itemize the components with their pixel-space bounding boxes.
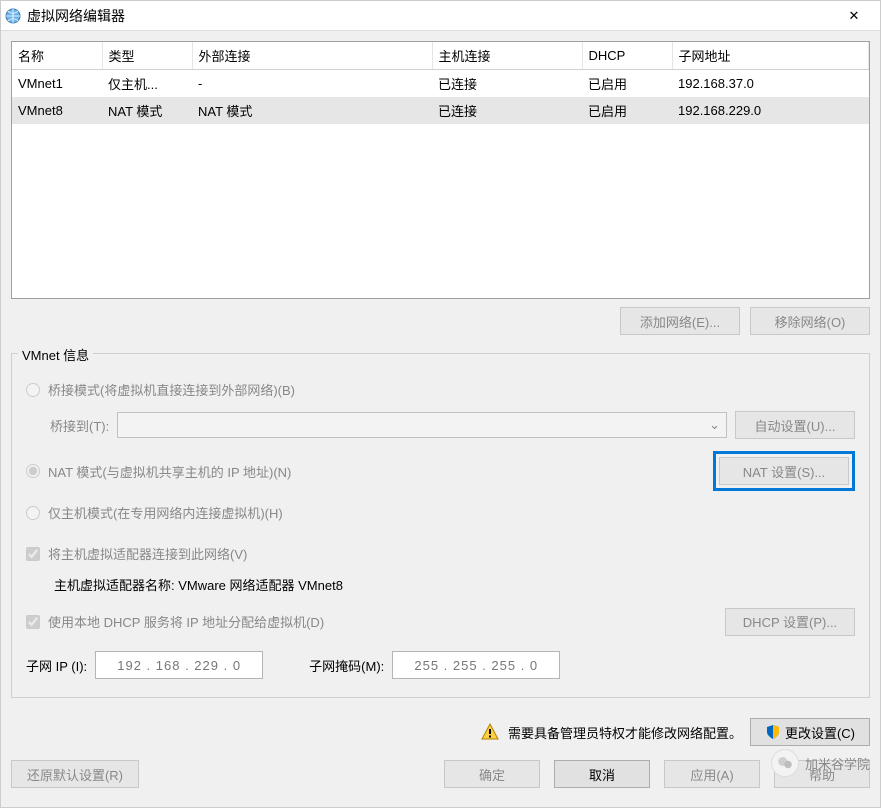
col-header-dhcp[interactable]: DHCP: [582, 42, 672, 70]
col-header-subnet[interactable]: 子网地址: [672, 42, 869, 70]
host-adapter-name-text: 主机虚拟适配器名称: VMware 网络适配器 VMnet8: [54, 578, 343, 593]
cancel-button[interactable]: 取消: [554, 760, 650, 788]
col-header-external[interactable]: 外部连接: [192, 42, 432, 70]
help-button[interactable]: 帮助: [774, 760, 870, 788]
add-network-button[interactable]: 添加网络(E)...: [620, 307, 740, 335]
subnet-ip-input[interactable]: 192 . 168 . 229 . 0: [95, 651, 263, 679]
table-header-row: 名称 类型 外部连接 主机连接 DHCP 子网地址: [12, 42, 869, 70]
virtual-network-editor-window: 虚拟网络编辑器 ✕ 名称 类型 外部连接 主机连接 DHCP: [0, 0, 881, 808]
close-button[interactable]: ✕: [832, 1, 876, 30]
cell-type: NAT 模式: [102, 97, 192, 124]
bridged-mode-row: 桥接模式(将虚拟机直接连接到外部网络)(B): [26, 380, 855, 399]
close-icon: ✕: [849, 8, 860, 24]
nat-label: NAT 模式(与虚拟机共享主机的 IP 地址)(N): [48, 462, 291, 481]
auto-settings-button: 自动设置(U)...: [735, 411, 855, 439]
hostonly-label: 仅主机模式(在专用网络内连接虚拟机)(H): [48, 503, 283, 522]
admin-notice-text: 需要具备管理员特权才能修改网络配置。: [508, 723, 742, 742]
bridged-to-combo: ⌄: [117, 412, 727, 438]
admin-privilege-row: 需要具备管理员特权才能修改网络配置。 更改设置(C): [11, 718, 870, 746]
chevron-down-icon: ⌄: [709, 417, 720, 433]
bridged-label: 桥接模式(将虚拟机直接连接到外部网络)(B): [48, 380, 295, 399]
cell-name: VMnet8: [12, 97, 102, 124]
app-icon: [5, 8, 21, 24]
subnet-ip-label: 子网 IP (I):: [26, 656, 87, 675]
cell-dhcp: 已启用: [582, 70, 672, 98]
host-adapter-name-row: 主机虚拟适配器名称: VMware 网络适配器 VMnet8: [54, 575, 855, 594]
nat-settings-button[interactable]: NAT 设置(S)...: [719, 457, 849, 485]
use-local-dhcp-label: 使用本地 DHCP 服务将 IP 地址分配给虚拟机(D): [48, 612, 324, 631]
shield-icon: [765, 724, 781, 740]
col-header-host[interactable]: 主机连接: [432, 42, 582, 70]
connect-host-adapter-checkbox: [26, 547, 40, 561]
cell-host: 已连接: [432, 97, 582, 124]
nat-mode-row: NAT 模式(与虚拟机共享主机的 IP 地址)(N) NAT 设置(S)...: [26, 451, 855, 491]
restore-defaults-button[interactable]: 还原默认设置(R): [11, 760, 139, 788]
footer-buttons: 还原默认设置(R) 确定 取消 应用(A) 帮助: [11, 756, 870, 788]
col-header-name[interactable]: 名称: [12, 42, 102, 70]
dhcp-row: 使用本地 DHCP 服务将 IP 地址分配给虚拟机(D) DHCP 设置(P).…: [26, 606, 855, 637]
hostonly-radio: [26, 506, 40, 520]
cell-dhcp: 已启用: [582, 97, 672, 124]
subnet-row: 子网 IP (I): 192 . 168 . 229 . 0 子网掩码(M): …: [26, 651, 855, 679]
change-settings-label: 更改设置(C): [785, 723, 855, 742]
bridged-to-label: 桥接到(T):: [50, 416, 109, 435]
subnet-mask-label: 子网掩码(M):: [309, 656, 384, 675]
bridged-to-row: 桥接到(T): ⌄ 自动设置(U)...: [50, 411, 855, 439]
connect-host-adapter-row: 将主机虚拟适配器连接到此网络(V): [26, 544, 855, 563]
titlebar: 虚拟网络编辑器 ✕: [1, 1, 880, 31]
bridged-radio: [26, 383, 40, 397]
connect-host-adapter-label: 将主机虚拟适配器连接到此网络(V): [48, 544, 247, 563]
content-area: 名称 类型 外部连接 主机连接 DHCP 子网地址 VMnet1 仅主机... …: [1, 31, 880, 807]
hostonly-mode-row: 仅主机模式(在专用网络内连接虚拟机)(H): [26, 503, 855, 522]
cell-name: VMnet1: [12, 70, 102, 98]
networks-table[interactable]: 名称 类型 外部连接 主机连接 DHCP 子网地址 VMnet1 仅主机... …: [12, 42, 869, 124]
groupbox-legend: VMnet 信息: [18, 345, 93, 364]
col-header-type[interactable]: 类型: [102, 42, 192, 70]
cell-subnet: 192.168.229.0: [672, 97, 869, 124]
use-local-dhcp-checkbox: [26, 615, 40, 629]
ok-button[interactable]: 确定: [444, 760, 540, 788]
nat-radio: [26, 464, 40, 478]
dhcp-settings-button[interactable]: DHCP 设置(P)...: [725, 608, 855, 636]
nat-settings-highlight: NAT 设置(S)...: [713, 451, 855, 491]
network-action-buttons: 添加网络(E)... 移除网络(O): [11, 307, 870, 335]
remove-network-button[interactable]: 移除网络(O): [750, 307, 870, 335]
cell-external: -: [192, 70, 432, 98]
change-settings-button[interactable]: 更改设置(C): [750, 718, 870, 746]
cell-external: NAT 模式: [192, 97, 432, 124]
window-title: 虚拟网络编辑器: [27, 6, 832, 26]
warning-icon: [480, 722, 500, 742]
vmnet-info-groupbox: VMnet 信息 桥接模式(将虚拟机直接连接到外部网络)(B) 桥接到(T): …: [11, 353, 870, 698]
subnet-mask-input[interactable]: 255 . 255 . 255 . 0: [392, 651, 560, 679]
cell-host: 已连接: [432, 70, 582, 98]
apply-button[interactable]: 应用(A): [664, 760, 760, 788]
cell-type: 仅主机...: [102, 70, 192, 98]
table-row[interactable]: VMnet1 仅主机... - 已连接 已启用 192.168.37.0: [12, 70, 869, 98]
table-row[interactable]: VMnet8 NAT 模式 NAT 模式 已连接 已启用 192.168.229…: [12, 97, 869, 124]
networks-table-container: 名称 类型 外部连接 主机连接 DHCP 子网地址 VMnet1 仅主机... …: [11, 41, 870, 299]
cell-subnet: 192.168.37.0: [672, 70, 869, 98]
